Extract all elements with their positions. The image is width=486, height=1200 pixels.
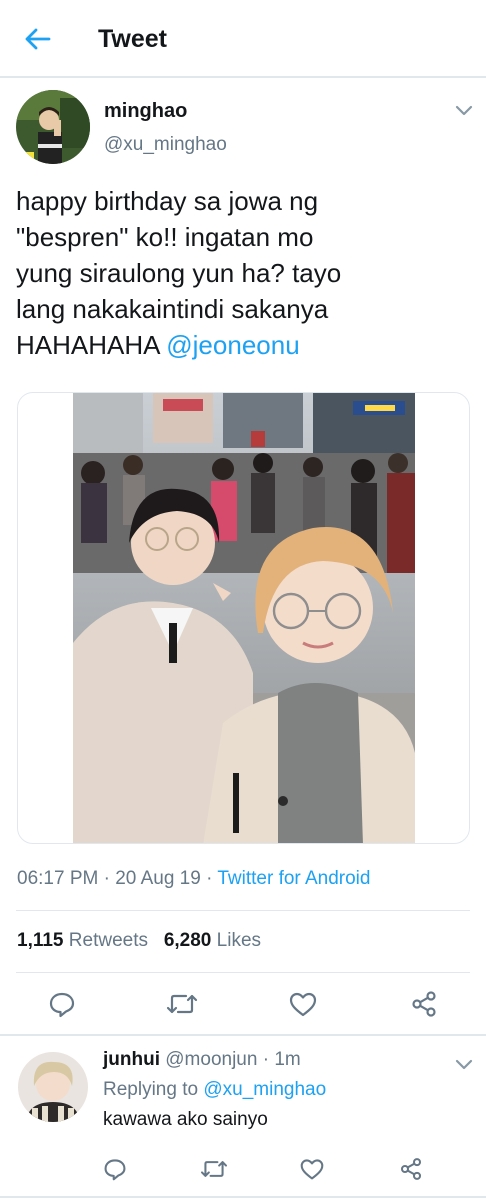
reply-retweet-button[interactable] bbox=[198, 1154, 230, 1184]
reply-header: junhui @moonjun · 1m bbox=[103, 1049, 301, 1071]
retweet-button[interactable] bbox=[164, 986, 200, 1022]
comment-icon bbox=[104, 1159, 126, 1181]
tweet-stats: 1,115 Retweets 6,280 Likes bbox=[17, 930, 261, 952]
arrow-left-icon bbox=[25, 28, 51, 50]
reply-author-name[interactable]: junhui bbox=[103, 1049, 160, 1070]
mention-link[interactable]: @jeoneonu bbox=[166, 330, 299, 360]
likes-label[interactable]: Likes bbox=[211, 930, 261, 951]
reply-author-avatar[interactable] bbox=[18, 1052, 88, 1122]
tweet-photo[interactable] bbox=[73, 393, 415, 844]
share-button[interactable] bbox=[406, 986, 442, 1022]
retweet-icon bbox=[200, 1161, 228, 1177]
reply-like-button[interactable] bbox=[297, 1154, 327, 1184]
like-button[interactable] bbox=[285, 986, 321, 1022]
retweets-label[interactable]: Retweets bbox=[64, 930, 148, 951]
share-icon bbox=[400, 1158, 422, 1180]
replying-to-link[interactable]: @xu_minghao bbox=[203, 1079, 326, 1100]
reply-text: kawawa ako sainyo bbox=[103, 1109, 268, 1130]
author-avatar[interactable] bbox=[16, 90, 90, 164]
tweet-timestamp: 06:17 PM · 20 Aug 19 · Twitter for Andro… bbox=[17, 868, 371, 889]
page-title: Tweet bbox=[98, 25, 167, 53]
divider bbox=[16, 910, 470, 911]
chevron-down-icon[interactable] bbox=[455, 104, 473, 116]
heart-icon bbox=[289, 992, 317, 1017]
comment-icon bbox=[49, 992, 75, 1018]
tweet-text-line: "bespren" ko!! ingatan mo bbox=[16, 222, 314, 252]
tweet-source-link[interactable]: Twitter for Android bbox=[217, 868, 370, 889]
reply-share-button[interactable] bbox=[396, 1154, 426, 1184]
heart-icon bbox=[300, 1159, 324, 1180]
tweet-text-line: lang nakakaintindi sakanya bbox=[16, 294, 329, 324]
chevron-down-icon[interactable] bbox=[455, 1058, 473, 1070]
divider bbox=[0, 1196, 486, 1198]
top-bar: Tweet bbox=[0, 0, 486, 78]
tweet-text-line: yung siraulong yun ha? tayo bbox=[16, 258, 342, 288]
likes-count[interactable]: 6,280 bbox=[164, 930, 212, 951]
back-button[interactable] bbox=[22, 24, 54, 54]
media-card[interactable] bbox=[17, 392, 470, 844]
reply-author-handle[interactable]: @moonjun · 1m bbox=[165, 1049, 300, 1070]
tweet-text-line: HAHAHAHA bbox=[16, 330, 167, 360]
divider bbox=[0, 1034, 486, 1036]
tweet-text-line: happy birthday sa jowa ng bbox=[16, 186, 319, 216]
reply-button[interactable] bbox=[44, 986, 80, 1022]
divider bbox=[16, 972, 470, 973]
replying-to: Replying to @xu_minghao bbox=[103, 1079, 327, 1100]
author-name[interactable]: minghao bbox=[104, 100, 187, 123]
author-handle[interactable]: @xu_minghao bbox=[104, 134, 227, 156]
reply-reply-button[interactable] bbox=[100, 1154, 130, 1184]
share-icon bbox=[412, 991, 436, 1017]
tweet-text: happy birthday sa jowa ng "bespren" ko!!… bbox=[16, 183, 466, 363]
retweets-count[interactable]: 1,115 bbox=[17, 930, 64, 951]
retweet-icon bbox=[166, 994, 198, 1014]
